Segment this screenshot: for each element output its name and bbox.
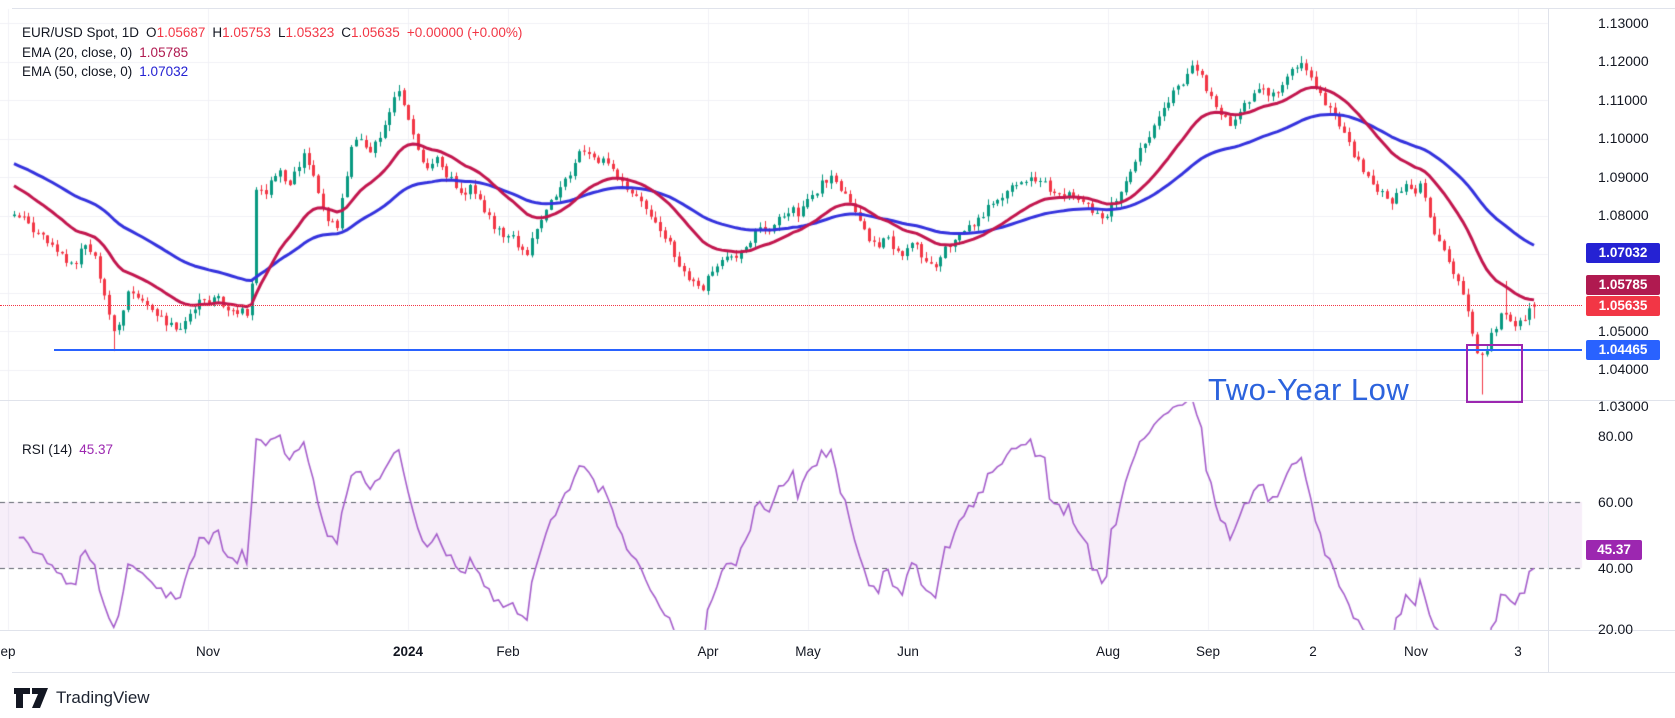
- price-axis-label: 1.13000: [1598, 15, 1649, 32]
- price-axis-label: 1.09000: [1598, 169, 1649, 186]
- ema50-value: 1.07032: [139, 63, 188, 80]
- ema20-value: 1.05785: [139, 44, 188, 61]
- last-price-dotted-line: [0, 305, 1582, 306]
- time-axis-separator: [0, 630, 1675, 631]
- chart-bottom-border: [12, 672, 1675, 673]
- rsi-badge: 45.37: [1586, 540, 1642, 560]
- price-badge: 1.07032: [1586, 243, 1660, 263]
- rsi-axis-label: 40.00: [1598, 560, 1633, 577]
- rsi-value: 45.37: [79, 441, 113, 458]
- time-axis-label: 2024: [393, 644, 423, 659]
- rsi-axis-label: 20.00: [1598, 621, 1633, 638]
- tradingview-chart-app: Two-Year Low EUR/USD Spot, 1D O1.05687 H…: [0, 0, 1675, 718]
- price-axis-border: [1548, 8, 1549, 672]
- chart-top-border: [12, 8, 1675, 9]
- price-axis-label: 1.03000: [1598, 398, 1649, 415]
- ema20-label: EMA (20, close, 0): [22, 44, 132, 61]
- symbol-title: EUR/USD Spot, 1D: [22, 24, 139, 41]
- ohlc-change: +0.00000 (+0.00%): [407, 24, 523, 41]
- ohlc-low: L1.05323: [278, 24, 334, 41]
- time-axis-label: ep: [0, 644, 15, 659]
- time-axis-label: Feb: [496, 644, 519, 659]
- price-axis-label: 1.10000: [1598, 130, 1649, 147]
- ohlc-open: O1.05687: [146, 24, 205, 41]
- price-badge: 1.04465: [1586, 340, 1660, 360]
- price-axis-label: 1.12000: [1598, 53, 1649, 70]
- rsi-axis-label: 80.00: [1598, 428, 1633, 445]
- tradingview-logo[interactable]: TradingView: [14, 686, 150, 710]
- price-axis-label: 1.08000: [1598, 207, 1649, 224]
- ema50-legend-row[interactable]: EMA (50, close, 0) 1.07032: [22, 63, 188, 80]
- price-axis-label: 1.05000: [1598, 323, 1649, 340]
- time-axis-label: Nov: [1404, 644, 1428, 659]
- rsi-axis-label: 60.00: [1598, 494, 1633, 511]
- ema50-label: EMA (50, close, 0): [22, 63, 132, 80]
- price-rsi-chart-canvas[interactable]: [0, 0, 1675, 718]
- ohlc-high: H1.05753: [212, 24, 271, 41]
- time-axis-label: 2: [1309, 644, 1317, 659]
- time-axis-label: Jun: [897, 644, 919, 659]
- time-axis-label: Nov: [196, 644, 220, 659]
- time-axis-label: Aug: [1096, 644, 1120, 659]
- price-axis-label: 1.11000: [1598, 92, 1648, 109]
- low-highlight-rectangle[interactable]: [1466, 344, 1523, 403]
- rsi-label: RSI (14): [22, 441, 72, 458]
- price-badge: 1.05635: [1586, 296, 1660, 316]
- time-axis-label: 3: [1514, 644, 1522, 659]
- symbol-legend-row[interactable]: EUR/USD Spot, 1D O1.05687 H1.05753 L1.05…: [22, 24, 522, 41]
- tradingview-logo-text: TradingView: [56, 688, 150, 708]
- ema20-legend-row[interactable]: EMA (20, close, 0) 1.05785: [22, 44, 188, 61]
- time-axis-label: Apr: [697, 644, 718, 659]
- pane-separator[interactable]: [0, 400, 1675, 401]
- rsi-legend-row[interactable]: RSI (14) 45.37: [22, 441, 113, 458]
- time-axis-label: May: [795, 644, 821, 659]
- tradingview-mark-icon: [14, 686, 48, 710]
- support-level-line[interactable]: [54, 349, 1582, 351]
- price-axis-label: 1.04000: [1598, 361, 1649, 378]
- time-axis-label: Sep: [1196, 644, 1220, 659]
- two-year-low-annotation[interactable]: Two-Year Low: [1208, 372, 1409, 408]
- price-badge: 1.05785: [1586, 275, 1660, 295]
- ohlc-close: C1.05635: [341, 24, 400, 41]
